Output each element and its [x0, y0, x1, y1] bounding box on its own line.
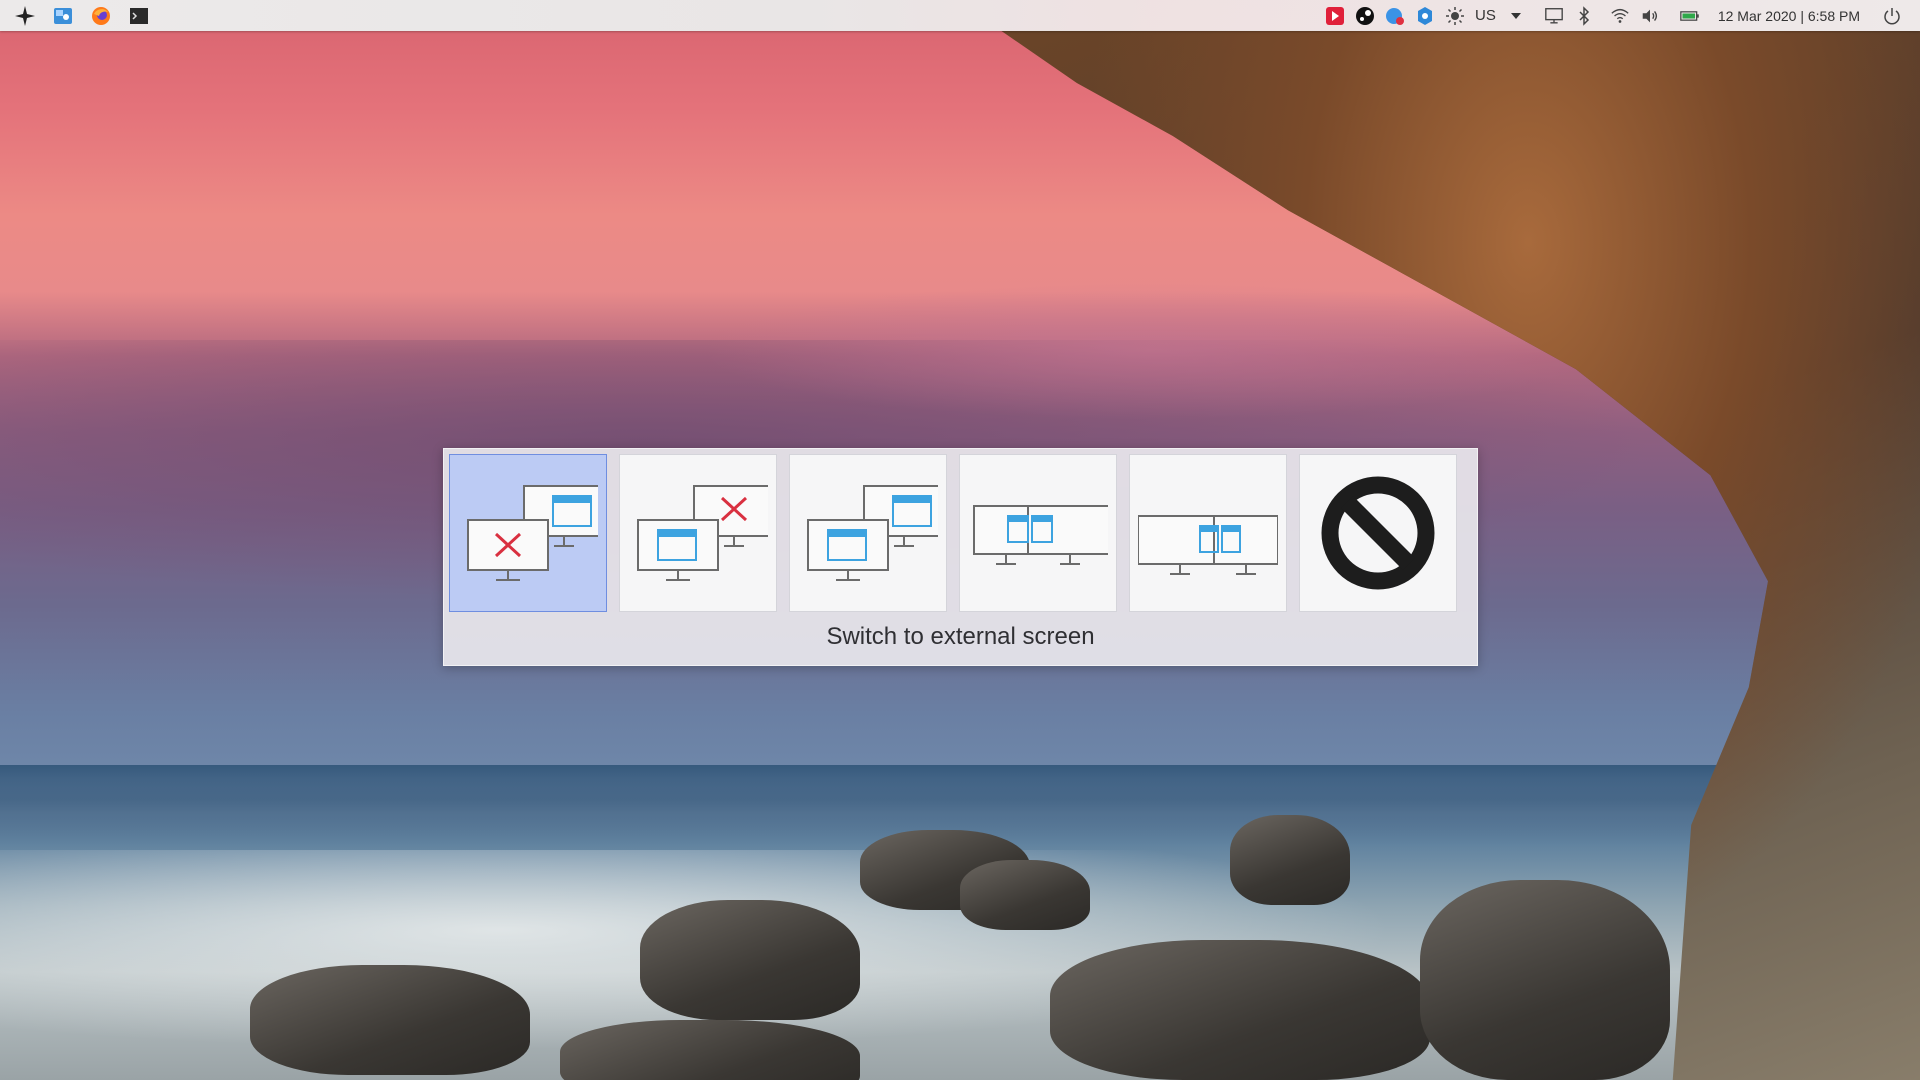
wallpaper-rock [1050, 940, 1430, 1080]
wallpaper-rock [1230, 815, 1350, 905]
wallpaper-rock [640, 900, 860, 1020]
top-panel: US 12 Mar 2020 | 6:58 PM [0, 0, 1920, 31]
terminal-icon[interactable] [128, 5, 150, 27]
extend-right-icon [1138, 515, 1278, 575]
media-player-icon[interactable] [1325, 6, 1345, 26]
desktop: US 12 Mar 2020 | 6:58 PM Switch to exter… [0, 0, 1920, 1080]
option-no-action[interactable] [1299, 454, 1457, 612]
battery-icon[interactable] [1680, 6, 1700, 26]
settings-update-icon[interactable] [1415, 6, 1435, 26]
switch-to-laptop-screen-icon [637, 485, 768, 581]
keyboard-layout-indicator[interactable]: US [1475, 7, 1496, 24]
wallpaper-rock [1420, 880, 1670, 1080]
system-tray: US 12 Mar 2020 | 6:58 PM [1325, 0, 1920, 31]
power-icon[interactable] [1882, 6, 1902, 26]
option-switch-to-laptop-screen[interactable] [619, 454, 777, 612]
bluetooth-icon[interactable] [1574, 5, 1594, 26]
no-action-icon [1321, 476, 1435, 590]
app-launcher-icon[interactable] [14, 5, 36, 27]
osd-mode-label: Switch to external screen [826, 623, 1095, 650]
option-extend-right[interactable] [1129, 454, 1287, 612]
extend-left-icon [973, 505, 1108, 565]
panel-launchers [0, 5, 150, 27]
switch-to-external-screen-icon [467, 485, 598, 581]
firefox-icon[interactable] [90, 5, 112, 27]
volume-icon[interactable] [1640, 6, 1660, 26]
display-config-icon[interactable] [1544, 6, 1564, 26]
steam-icon[interactable] [1355, 6, 1375, 26]
wallpaper-rock [250, 965, 530, 1075]
option-clone-screens[interactable] [789, 454, 947, 612]
wallpaper-rock [960, 860, 1090, 930]
wifi-icon[interactable] [1610, 6, 1630, 26]
clock[interactable]: 12 Mar 2020 | 6:58 PM [1718, 8, 1860, 24]
display-mode-options [449, 454, 1457, 612]
wallpaper-rock [560, 1020, 860, 1080]
display-switch-osd: Switch to external screen [443, 448, 1478, 666]
brightness-icon[interactable] [1445, 6, 1465, 26]
chat-notification-icon[interactable] [1385, 6, 1405, 26]
option-extend-left[interactable] [959, 454, 1117, 612]
file-manager-icon[interactable] [52, 5, 74, 27]
clone-screens-icon [807, 485, 938, 581]
option-switch-to-external-screen[interactable] [449, 454, 607, 612]
chevron-down-icon[interactable] [1506, 6, 1526, 26]
